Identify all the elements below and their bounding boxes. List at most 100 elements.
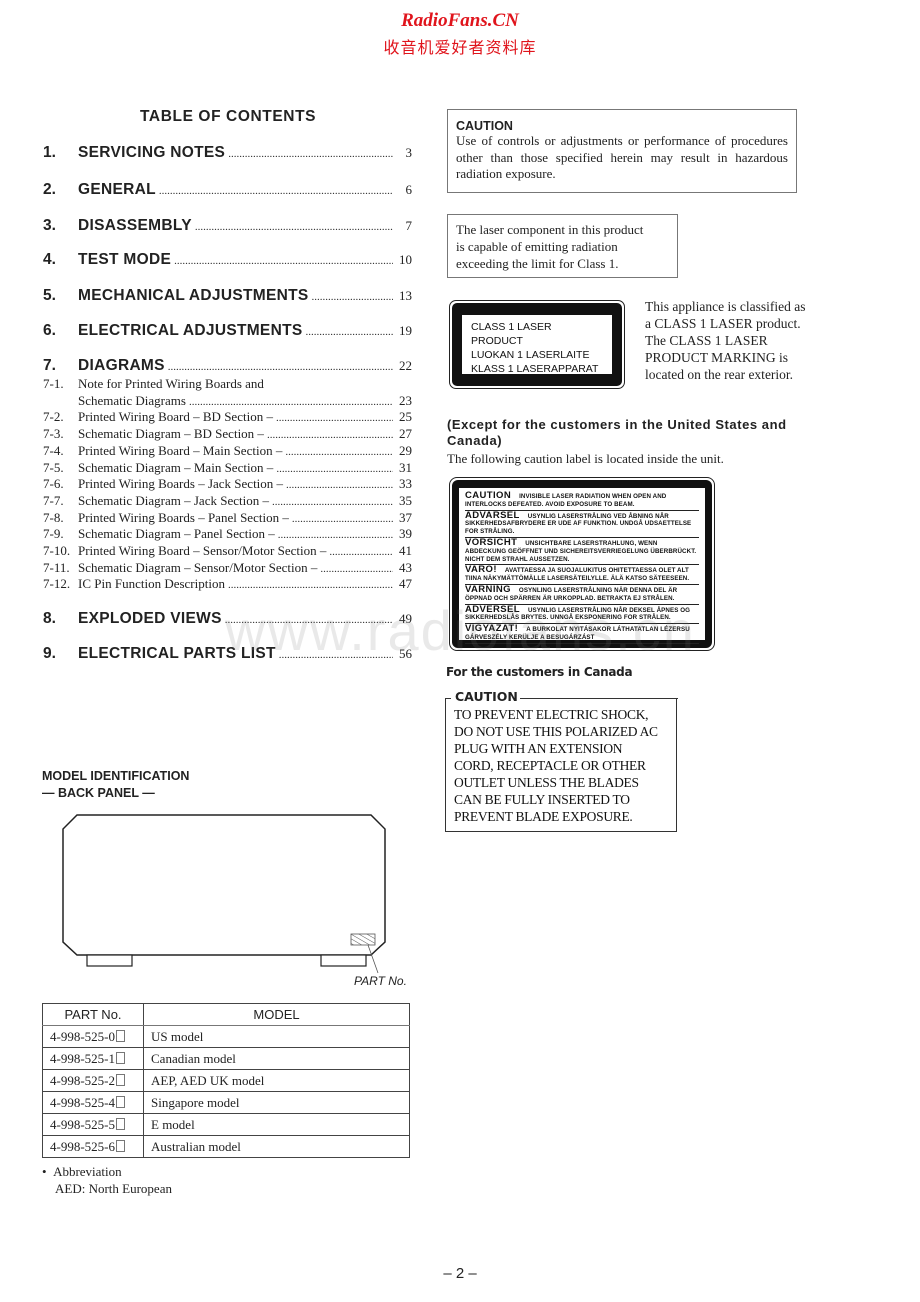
warning-row: VIGYAZAT! A BURKOLAT NYITÁSAKOR LÁTHATATL… — [465, 624, 699, 644]
canada-section-title: For the customers in Canada — [446, 665, 633, 679]
toc-leader-dots: ........................................… — [276, 462, 393, 475]
part-number-text: 4-998-525-2 — [50, 1072, 115, 1088]
except-section-title: (Except for the customers in the United … — [447, 417, 787, 448]
bullet-icon: • — [42, 1164, 54, 1179]
toc-subentry[interactable]: 7-11. Schematic Diagram – Sensor/Motor Se… — [43, 560, 412, 576]
toc-subentry-page: 41 — [399, 543, 412, 558]
part-number-cell: 4-998-525-5 — [42, 1113, 144, 1136]
toc-leader-dots: ........................................… — [277, 529, 393, 542]
toc-entry-label: DIAGRAMS — [78, 357, 165, 374]
toc-subentry[interactable]: 7-2. Printed Wiring Board – BD Section –.… — [43, 409, 412, 425]
site-title: RadioFans.CN — [401, 10, 519, 31]
toc-subentry[interactable]: 7-10. Printed Wiring Board – Sensor/Motor… — [43, 543, 412, 559]
toc-entry-label: SERVICING NOTES — [78, 144, 226, 161]
toc-leader-dots: ........................................… — [285, 445, 393, 458]
toc-subentry[interactable]: 7-8. Printed Wiring Boards – Panel Sectio… — [43, 510, 412, 526]
toc-subentry[interactable]: 7-6. Printed Wiring Boards – Jack Section… — [43, 476, 412, 492]
toc-subentry-number: 7-1. — [43, 376, 64, 391]
toc-subentry-label: Note for Printed Wiring Boards and — [78, 376, 264, 391]
toc-leader-dots: ........................................… — [266, 429, 393, 442]
toc-entry-number: 7. — [43, 357, 56, 374]
canada-line: OUTLET UNLESS THE BLADES — [454, 775, 639, 790]
toc-entry-number: 9. — [43, 645, 56, 662]
warning-row: VARO! AVATTAESSA JA SUOJALUKITUS OHITETTA… — [465, 565, 699, 585]
toc-subentry[interactable]: 7-12. IC Pin Function Description........… — [43, 576, 412, 592]
part-number-text: 4-998-525-1 — [50, 1050, 115, 1066]
toc-entry-label: DISASSEMBLY — [78, 217, 192, 234]
toc-entry[interactable]: 6. ELECTRICAL ADJUSTMENTS................… — [43, 322, 412, 342]
toc-entry-page: 6 — [405, 182, 413, 197]
toc-subentry[interactable]: 7-9. Schematic Diagram – Panel Section –.… — [43, 526, 412, 542]
toc-entry-label: MECHANICAL ADJUSTMENTS — [78, 287, 309, 304]
except-section-text: The following caution label is located i… — [447, 451, 724, 466]
toc-subentry-number: 7-3. — [43, 426, 64, 442]
toc-entry-page: 10 — [399, 252, 412, 267]
toc-entry[interactable]: 7. DIAGRAMS..............................… — [43, 357, 412, 377]
part-number-text: 4-998-525-0 — [50, 1028, 115, 1044]
toc-entry[interactable]: 8. EXPLODED VIEWS........................… — [43, 610, 412, 630]
caution-box: CAUTION Use of controls or adjustments o… — [447, 109, 797, 193]
toc-subentry[interactable]: 7-4. Printed Wiring Board – Main Section … — [43, 443, 412, 459]
toc-subentry-label: Schematic Diagram – Main Section – — [78, 459, 274, 475]
toc-entry-page: 56 — [399, 646, 412, 661]
back-panel-foot-left — [86, 954, 133, 967]
model-cell: E model — [143, 1113, 410, 1136]
part-number-label-area — [350, 933, 376, 946]
toc-subentry-page: 47 — [399, 576, 412, 592]
toc-subentry[interactable]: 7-1. Note for Printed Wiring Boards and — [43, 376, 412, 392]
toc-entry-number: 2. — [43, 181, 56, 198]
caution-text: Use of controls or adjustments or perfor… — [456, 133, 788, 181]
model-cell: US model — [143, 1025, 410, 1048]
toc-entry-label: ELECTRICAL ADJUSTMENTS — [78, 322, 303, 339]
model-id-heading: MODEL IDENTIFICATION — [42, 769, 190, 783]
part-number-table: PART No. MODEL 4-998-525-0 US model 4-998-… — [42, 1003, 410, 1158]
caution-heading: CAUTION — [456, 119, 513, 133]
column-header-model: MODEL — [143, 1003, 410, 1026]
toc-subentry[interactable]: 7-3. Schematic Diagram – BD Section –....… — [43, 426, 412, 442]
model-cell: Canadian model — [143, 1047, 410, 1070]
warning-row: ADVERSEL USYNLIG LASERSTRÅLING NÅR DEKSEL… — [465, 603, 699, 625]
toc-entry-number: 5. — [43, 287, 56, 304]
table-header-row: PART No. MODEL — [42, 1003, 410, 1026]
part-number-cell: 4-998-525-1 — [42, 1047, 144, 1070]
toc-entry[interactable]: 1. SERVICING NOTES.......................… — [43, 144, 412, 164]
toc-subentry-label: Schematic Diagram – BD Section – — [78, 426, 264, 442]
warning-heading: VORSICHT — [465, 536, 518, 548]
table-row: 4-998-525-1 Canadian model — [42, 1047, 410, 1070]
toc-subentry[interactable]: Schematic Diagrams......................… — [43, 393, 412, 409]
toc-leader-dots: ........................................… — [194, 221, 393, 233]
toc-entry[interactable]: 2. GENERAL...............................… — [43, 181, 412, 201]
abbreviation-text: AED: North European — [55, 1181, 172, 1196]
toc-leader-dots: ........................................… — [275, 412, 393, 425]
warning-heading: ADVERSEL — [465, 603, 520, 615]
toc-entry[interactable]: 5. MECHANICAL ADJUSTMENTS................… — [43, 287, 412, 307]
canada-line: CORD, RECEPTACLE OR OTHER — [454, 758, 646, 773]
laser-notice-line: is capable of emitting radiation — [456, 239, 618, 254]
toc-subentry-number: 7-12. — [43, 576, 71, 592]
toc-subentry-page: 35 — [399, 492, 412, 508]
table-row: 4-998-525-6 Australian model — [42, 1135, 410, 1158]
toc-entry[interactable]: 9. ELECTRICAL PARTS LIST.................… — [43, 645, 412, 665]
toc-subentry[interactable]: 7-5. Schematic Diagram – Main Section –..… — [43, 460, 412, 476]
canada-line: TO PREVENT ELECTRIC SHOCK, — [454, 707, 649, 722]
toc-entry[interactable]: 4. TEST MODE.............................… — [43, 251, 412, 271]
warning-heading: VARNING — [465, 583, 511, 595]
toc-subentry-page: 25 — [399, 409, 412, 425]
toc-subentry[interactable]: 7-7. Schematic Diagram – Jack Section –..… — [43, 493, 412, 509]
placeholder-box-icon — [116, 1029, 125, 1042]
placeholder-box-icon — [116, 1139, 125, 1152]
toc-entry-number: 1. — [43, 144, 56, 161]
class1-label-line: KLASS 1 LASERAPPARAT — [471, 363, 599, 375]
warning-heading: ADVARSEL — [465, 509, 520, 521]
placeholder-box-icon — [116, 1117, 125, 1130]
toc-entry-label: EXPLODED VIEWS — [78, 610, 222, 627]
toc-leader-dots: ........................................… — [329, 546, 393, 558]
toc-entry-label: GENERAL — [78, 181, 156, 198]
toc-entry[interactable]: 3. DISASSEMBLY...........................… — [43, 217, 412, 237]
toc-title: TABLE OF CONTENTS — [140, 108, 317, 125]
part-number-text: 4-998-525-6 — [50, 1138, 115, 1154]
class1-desc-line: located on the rear exterior. — [645, 367, 794, 382]
toc-subentry-number: 7-5. — [43, 459, 64, 475]
table-row: 4-998-525-2 AEP, AED UK model — [42, 1069, 410, 1092]
part-number-cell: 4-998-525-0 — [42, 1025, 144, 1048]
